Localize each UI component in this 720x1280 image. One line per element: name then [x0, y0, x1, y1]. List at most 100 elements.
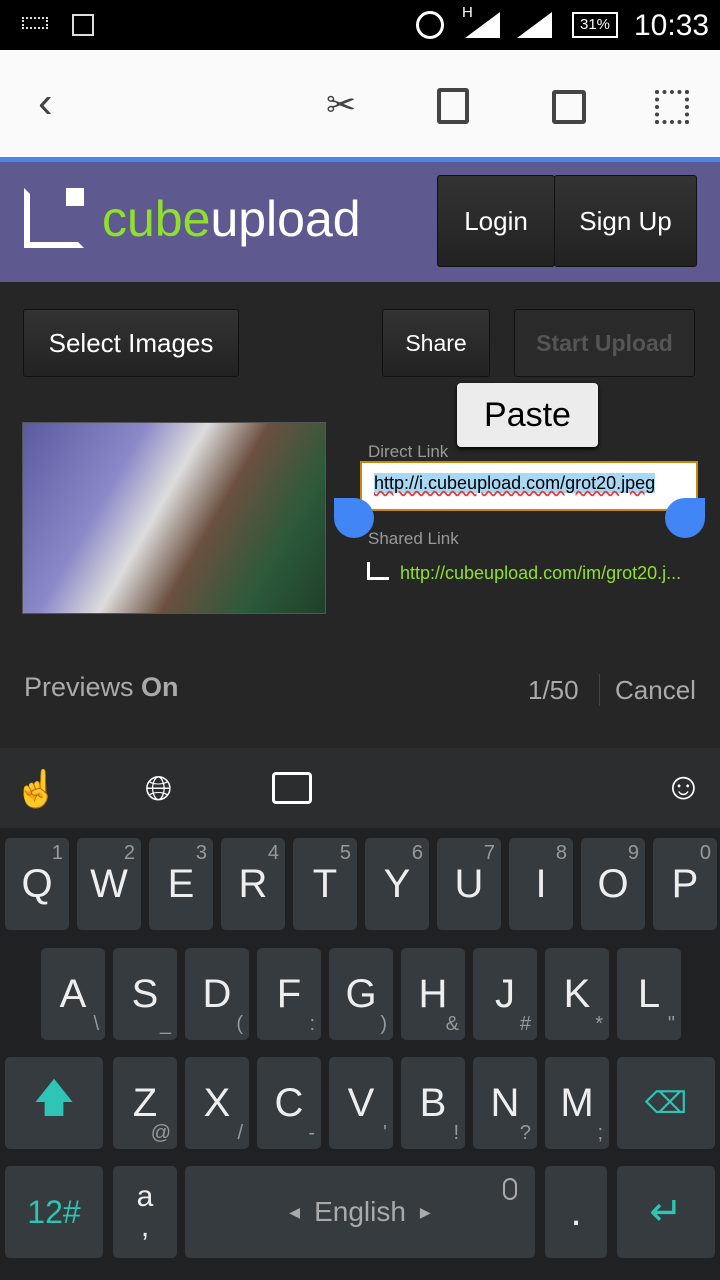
share-button[interactable]: Share	[382, 309, 490, 377]
key-hint: ?	[519, 1122, 531, 1144]
key-n[interactable]: N?	[473, 1057, 537, 1149]
key-label: ,	[140, 1210, 150, 1243]
space-key[interactable]: ◀ English ▶	[185, 1166, 535, 1258]
key-c[interactable]: C-	[257, 1057, 321, 1149]
key-r[interactable]: R4	[221, 838, 285, 930]
key-hint: 4	[267, 842, 279, 864]
battery-icon: 31%	[572, 12, 618, 38]
backspace-icon: ⌫	[644, 1086, 688, 1120]
key-x[interactable]: X /	[185, 1057, 249, 1149]
direct-link-input[interactable]: http://i.cubeupload.com/grot20.jpeg	[360, 461, 698, 511]
direct-link-selected-text: http://i.cubeupload.com/grot20.jpeg	[374, 473, 656, 493]
key-label: a	[136, 1180, 154, 1213]
key-h[interactable]: H &	[401, 948, 465, 1040]
key-hint: 2	[123, 842, 135, 864]
cube-logo-mark	[66, 188, 84, 206]
key-hint: )	[380, 1013, 387, 1035]
key-a[interactable]: A \	[41, 948, 105, 1040]
key-hint: 8	[555, 842, 567, 864]
selection-handle-right[interactable]	[665, 498, 705, 538]
key-m[interactable]: M;	[545, 1057, 609, 1149]
key-b[interactable]: B!	[401, 1057, 465, 1149]
key-label: G	[345, 971, 377, 1016]
key-label: Y	[383, 861, 411, 906]
signal-icon	[465, 12, 500, 38]
image-thumbnail[interactable]	[22, 422, 326, 614]
copy-icon[interactable]	[552, 90, 586, 124]
keyboard: Q 1 W 2 E 3 R 4 T 5 Y 6 U 7 I 8 O 9 P 0 A \ S _ D(F: G) H & J # K * L " 🡅 Z…	[0, 828, 720, 1280]
keyboard-toolbar: ☝ 🌐︎ ☺	[0, 748, 720, 828]
cut-icon[interactable]: ✂	[326, 84, 356, 126]
key-label: I	[535, 861, 547, 906]
back-icon[interactable]: ‹	[38, 78, 53, 128]
key-k[interactable]: K *	[545, 948, 609, 1040]
key-v[interactable]: V '	[329, 1057, 393, 1149]
key-f[interactable]: F:	[257, 948, 321, 1040]
period-key[interactable]: .	[545, 1166, 607, 1258]
key-z[interactable]: Z @	[113, 1057, 177, 1149]
symbols-key[interactable]: 12#	[5, 1166, 103, 1258]
key-hint: "	[667, 1013, 675, 1035]
image-notification-icon	[72, 14, 94, 36]
select-images-button[interactable]: Select Images	[23, 309, 239, 377]
key-g[interactable]: G)	[329, 948, 393, 1040]
key-label: U	[454, 861, 484, 906]
alt-key[interactable]: a,	[113, 1166, 177, 1258]
signal-icon-2	[517, 12, 552, 38]
backspace-key[interactable]: ⌫	[617, 1057, 715, 1149]
enter-key[interactable]: ↵	[617, 1166, 715, 1258]
key-e[interactable]: E3	[149, 838, 213, 930]
key-t[interactable]: T5	[293, 838, 357, 930]
key-hint: 1	[51, 842, 63, 864]
shift-key[interactable]: 🡅	[5, 1057, 103, 1149]
key-label: O	[597, 861, 629, 906]
key-hint: _	[159, 1013, 171, 1035]
select-all-icon[interactable]	[655, 90, 689, 124]
key-hint: '	[383, 1122, 387, 1144]
shared-link[interactable]: http://cubeupload.com/im/grot20.j...	[400, 563, 681, 584]
signup-button[interactable]: Sign Up	[554, 175, 697, 267]
emoji-icon[interactable]: ☺	[664, 766, 703, 809]
globe-icon[interactable]: 🌐︎	[145, 770, 172, 809]
arrow-left-icon: ◀	[289, 1203, 301, 1220]
logo[interactable]: cubeupload	[102, 190, 361, 248]
key-label: 12#	[27, 1193, 81, 1230]
key-hint: \	[93, 1013, 99, 1035]
key-d[interactable]: D(	[185, 948, 249, 1040]
key-o[interactable]: O9	[581, 838, 645, 930]
previews-toggle[interactable]: Previews On	[24, 672, 179, 703]
key-u[interactable]: U7	[437, 838, 501, 930]
key-y[interactable]: Y6	[365, 838, 429, 930]
key-label: X	[203, 1080, 231, 1125]
divider	[599, 674, 600, 706]
key-hint: 3	[195, 842, 207, 864]
key-q[interactable]: Q1	[5, 838, 69, 930]
cancel-button[interactable]: Cancel	[615, 675, 696, 706]
theme-shirt-icon[interactable]	[272, 772, 312, 804]
key-label: M	[560, 1080, 594, 1125]
key-label: T	[312, 861, 338, 906]
key-label: F	[276, 971, 302, 1016]
key-label: Z	[132, 1080, 158, 1125]
key-i[interactable]: I8	[509, 838, 573, 930]
text-selection-action-bar: ‹ ✂	[0, 50, 720, 158]
status-bar: H 31% 10:33	[0, 0, 720, 50]
key-label: K	[563, 971, 591, 1016]
login-button[interactable]: Login	[437, 175, 555, 267]
key-s[interactable]: S _	[113, 948, 177, 1040]
key-label: A	[59, 971, 87, 1016]
key-label: J	[495, 971, 515, 1016]
key-hint: #	[519, 1013, 531, 1035]
touchpal-icon[interactable]: ☝	[14, 768, 59, 810]
key-hint: @	[150, 1122, 171, 1144]
key-label: C	[274, 1080, 304, 1125]
key-p[interactable]: P0	[653, 838, 717, 930]
space-label: English	[314, 1196, 406, 1227]
key-hint: *	[595, 1013, 603, 1035]
paste-button[interactable]: Paste	[457, 383, 598, 447]
key-w[interactable]: W2	[77, 838, 141, 930]
key-j[interactable]: J #	[473, 948, 537, 1040]
paste-icon[interactable]	[437, 88, 469, 124]
key-label: L	[637, 971, 661, 1016]
key-l[interactable]: L "	[617, 948, 681, 1040]
